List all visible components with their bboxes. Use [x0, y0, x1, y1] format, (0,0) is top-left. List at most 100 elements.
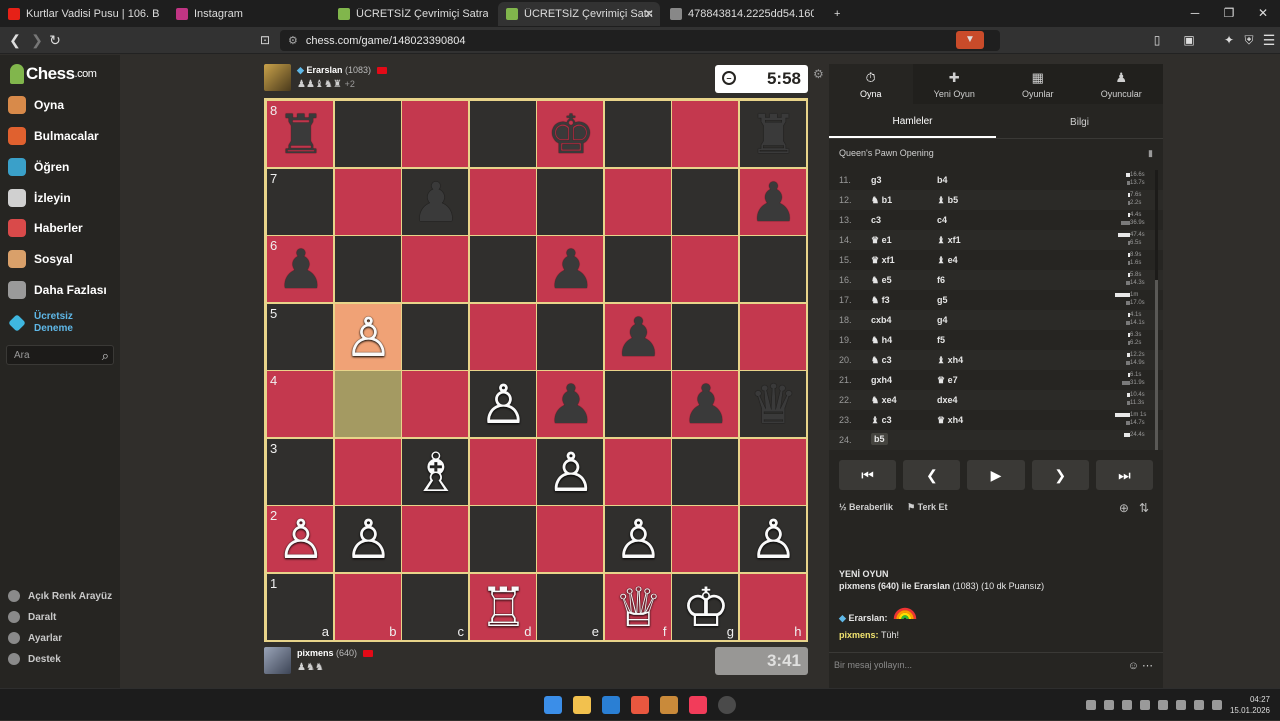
square-f3[interactable]	[603, 437, 672, 506]
square-a2[interactable]: 2 ♙	[266, 505, 334, 573]
previous-move-button[interactable]: ❮	[903, 460, 961, 490]
search-icon[interactable]: ⌕	[102, 348, 109, 364]
white-move[interactable]: gxh4	[871, 375, 892, 385]
square-g4[interactable]: ♟	[671, 370, 739, 438]
black-piece[interactable]: ♚	[537, 101, 605, 169]
black-piece[interactable]: ♛	[740, 371, 808, 439]
resign-button[interactable]: ⚑ Terk Et	[907, 502, 947, 513]
browser-tab[interactable]: ÜCRETSİZ Çevrimiçi Satranç Oynayın	[330, 2, 496, 26]
black-move[interactable]: f6	[937, 275, 945, 285]
white-piece[interactable]: ♙	[605, 506, 673, 574]
black-move[interactable]: ♝ e4	[937, 255, 958, 266]
last-move-button[interactable]: ⏭	[1095, 460, 1154, 490]
sidebar-item-5[interactable]: Sosyal	[8, 250, 73, 268]
square-g3[interactable]	[671, 437, 739, 506]
avatar[interactable]	[264, 647, 291, 674]
play-button[interactable]: ▶	[967, 460, 1025, 490]
tab-1[interactable]: ✚ Yeni Oyun	[913, 64, 997, 104]
wifi-icon[interactable]	[1193, 700, 1204, 710]
browser-tab[interactable]: 478843814.2225dd54.160x160o.e9a1	[662, 2, 822, 26]
sidebar-bottom-item[interactable]: Ayarlar	[8, 632, 62, 644]
store-icon[interactable]	[602, 696, 620, 714]
first-move-button[interactable]: ⏮	[839, 460, 897, 490]
sidebar-item-3[interactable]: İzleyin	[8, 189, 71, 207]
tray-icon[interactable]	[1121, 700, 1132, 710]
tray-icon[interactable]	[1175, 700, 1186, 710]
white-piece[interactable]: ♙	[267, 506, 335, 574]
square-f2[interactable]: ♙	[603, 505, 673, 574]
square-c8[interactable]	[401, 100, 469, 168]
square-c1[interactable]: c	[401, 572, 469, 641]
square-c3[interactable]: ♗	[401, 437, 469, 506]
tray-icon[interactable]	[1085, 700, 1096, 710]
black-piece[interactable]: ♜	[267, 101, 335, 169]
app-icon[interactable]	[718, 696, 736, 714]
square-e7[interactable]	[536, 167, 604, 236]
white-move[interactable]: b5	[871, 433, 888, 445]
forward-icon[interactable]: ❯	[28, 31, 46, 49]
white-piece[interactable]: ♙	[470, 371, 538, 439]
sidebar-bottom-item[interactable]: Açık Renk Arayüz	[8, 590, 112, 602]
white-move[interactable]: ♞ xe4	[871, 395, 897, 406]
square-h1[interactable]: h	[738, 572, 807, 641]
sidebar-item-free-trial[interactable]: Ücretsiz Deneme	[8, 311, 73, 335]
white-move[interactable]: g3	[871, 175, 882, 185]
square-a3[interactable]: 3	[266, 437, 334, 506]
square-e6[interactable]: ♟	[536, 235, 604, 303]
square-e1[interactable]: e	[536, 572, 604, 641]
square-a6[interactable]: 6 ♟	[266, 235, 334, 303]
square-a8[interactable]: 8 ♜	[266, 100, 334, 168]
square-f7[interactable]	[603, 167, 672, 236]
square-d2[interactable]	[468, 505, 537, 573]
square-a1[interactable]: 1a	[266, 572, 334, 641]
white-move[interactable]: ♝ c3	[871, 415, 892, 426]
square-c5[interactable]	[401, 302, 469, 371]
white-piece[interactable]: ♙	[335, 304, 403, 372]
move-list[interactable]: 11. g3 b4 16.6s 13.7s 12. ♞ b1 ♝ b5 7.6s 2.2s 13. c…	[829, 170, 1163, 450]
black-move[interactable]: ♝ xh4	[937, 355, 963, 366]
square-g2[interactable]	[671, 505, 739, 573]
draw-button[interactable]: ½ Beraberlik	[839, 502, 893, 513]
square-h5[interactable]	[738, 302, 807, 371]
tab-info[interactable]: Bilgi	[996, 106, 1163, 138]
square-e3[interactable]: ♙	[536, 437, 605, 507]
black-move[interactable]: g5	[937, 295, 948, 305]
square-e8[interactable]: ♚	[536, 100, 604, 168]
browser-tab[interactable]: ÜCRETSİZ Çevrimiçi Satranç Oyn✕	[498, 2, 660, 26]
square-d8[interactable]	[468, 100, 537, 168]
square-h2[interactable]: ♙	[738, 505, 807, 573]
white-move[interactable]: ♞ c3	[871, 355, 892, 366]
url-field[interactable]: ⚙ chess.com/game/148023390804	[280, 30, 1000, 51]
square-e4[interactable]: ♟	[536, 370, 604, 438]
sidebar-bottom-item[interactable]: Destek	[8, 653, 61, 665]
chat-input[interactable]: Bir mesaj yollayın... ☺ ⋯	[829, 652, 1163, 676]
flip-board-icon[interactable]: ⇅	[1139, 501, 1149, 515]
white-piece[interactable]: ♙	[537, 439, 605, 507]
white-piece[interactable]: ♙	[335, 506, 403, 574]
next-move-button[interactable]: ❯	[1031, 460, 1089, 490]
tab-2[interactable]: ▦ Oyunlar	[996, 64, 1080, 104]
volume-icon[interactable]	[1211, 700, 1222, 710]
minimize-icon[interactable]: ─	[1178, 0, 1212, 27]
browser-tab[interactable]: Kurtlar Vadisi Pusu | 106. Bölüm | Yük	[0, 2, 168, 26]
close-tab-icon[interactable]: ✕	[644, 7, 654, 21]
white-move[interactable]: ♞ h4	[871, 335, 892, 346]
square-g7[interactable]	[671, 167, 739, 236]
square-e2[interactable]	[536, 505, 604, 573]
black-move[interactable]: ♝ xf1	[937, 235, 961, 246]
bottom-player-name[interactable]: pixmens (640)	[297, 648, 373, 658]
square-b8[interactable]	[333, 100, 402, 168]
square-h3[interactable]	[738, 437, 807, 506]
close-icon[interactable]: ✕	[1246, 0, 1280, 27]
square-d7[interactable]	[468, 167, 537, 236]
square-g5[interactable]	[671, 302, 739, 371]
square-c7[interactable]: ♟	[401, 167, 469, 236]
sidebar-item-0[interactable]: Oyna	[8, 96, 64, 114]
square-b6[interactable]	[333, 235, 402, 303]
tray-icon[interactable]	[1157, 700, 1168, 710]
sidebar-item-4[interactable]: Haberler	[8, 219, 83, 237]
square-h7[interactable]: ♟	[738, 167, 807, 236]
white-move[interactable]: ♛ xf1	[871, 255, 895, 266]
board-settings-gear-icon[interactable]: ⚙	[813, 67, 824, 81]
bookmark-icon[interactable]: ⊡	[256, 31, 274, 49]
